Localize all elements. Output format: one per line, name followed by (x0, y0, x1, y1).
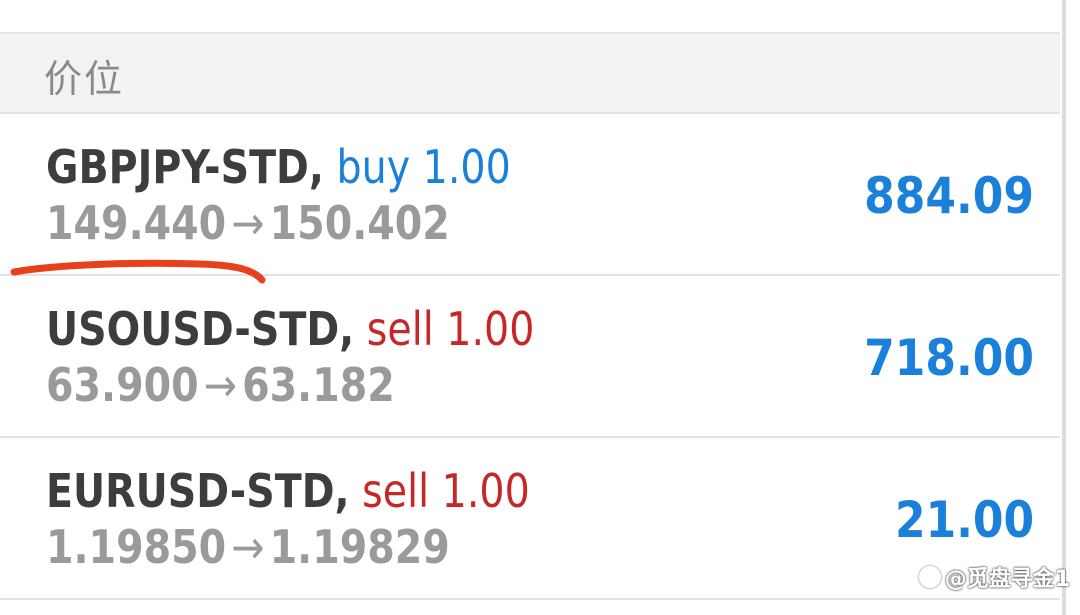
position-side: buy (336, 140, 411, 194)
position-volume: 1.00 (422, 140, 511, 194)
position-header-line: GBPJPY-STD, buy 1.00 (46, 140, 511, 194)
previous-row-remnant (0, 0, 1060, 34)
position-symbol: EURUSD-STD, (46, 464, 350, 518)
watermark: @觅盘寻金1 (918, 561, 1070, 593)
open-price: 149.440 (46, 196, 227, 250)
current-price: 63.182 (242, 358, 395, 412)
position-symbol: GBPJPY-STD, (46, 140, 324, 194)
watermark-logo-icon (918, 566, 941, 588)
position-volume: 1.00 (441, 464, 530, 518)
arrow-right-icon: → (231, 520, 265, 574)
position-side: sell (366, 302, 434, 356)
position-row-eurusd[interactable]: EURUSD-STD, sell 1.00 1.19850 → 1.19829 21… (0, 438, 1060, 600)
positions-section-header: 价位 (0, 34, 1060, 114)
arrow-right-icon: → (231, 196, 265, 250)
position-profit: 21.00 (894, 491, 1034, 549)
position-row-gbpjpy[interactable]: GBPJPY-STD, buy 1.00 149.440 → 150.402 884… (0, 114, 1060, 276)
open-price: 63.900 (46, 358, 199, 412)
position-profit: 718.00 (864, 329, 1034, 387)
section-title: 价位 (44, 57, 125, 101)
position-row-usousd[interactable]: USOUSD-STD, sell 1.00 63.900 → 63.182 718.… (0, 276, 1060, 438)
position-volume: 1.00 (446, 302, 535, 356)
current-price: 1.19829 (269, 520, 450, 574)
position-header-line: USOUSD-STD, sell 1.00 (46, 302, 534, 356)
position-profit: 884.09 (864, 167, 1034, 225)
position-price-line: 63.900 → 63.182 (46, 358, 395, 412)
position-symbol: USOUSD-STD, (46, 302, 355, 356)
trade-positions-screen: 价位 GBPJPY-STD, buy 1.00 149.440 → 150.402 … (0, 0, 1080, 615)
arrow-right-icon: → (203, 358, 237, 412)
watermark-text: @觅盘寻金1 (944, 567, 1070, 592)
scrollbar[interactable] (1062, 0, 1066, 615)
position-price-line: 1.19850 → 1.19829 (46, 520, 450, 574)
open-price: 1.19850 (46, 520, 227, 574)
position-side: sell (362, 464, 430, 518)
position-price-line: 149.440 → 150.402 (46, 196, 450, 250)
current-price: 150.402 (269, 196, 450, 250)
position-header-line: EURUSD-STD, sell 1.00 (46, 464, 530, 518)
position-row-next[interactable] (0, 600, 1060, 615)
